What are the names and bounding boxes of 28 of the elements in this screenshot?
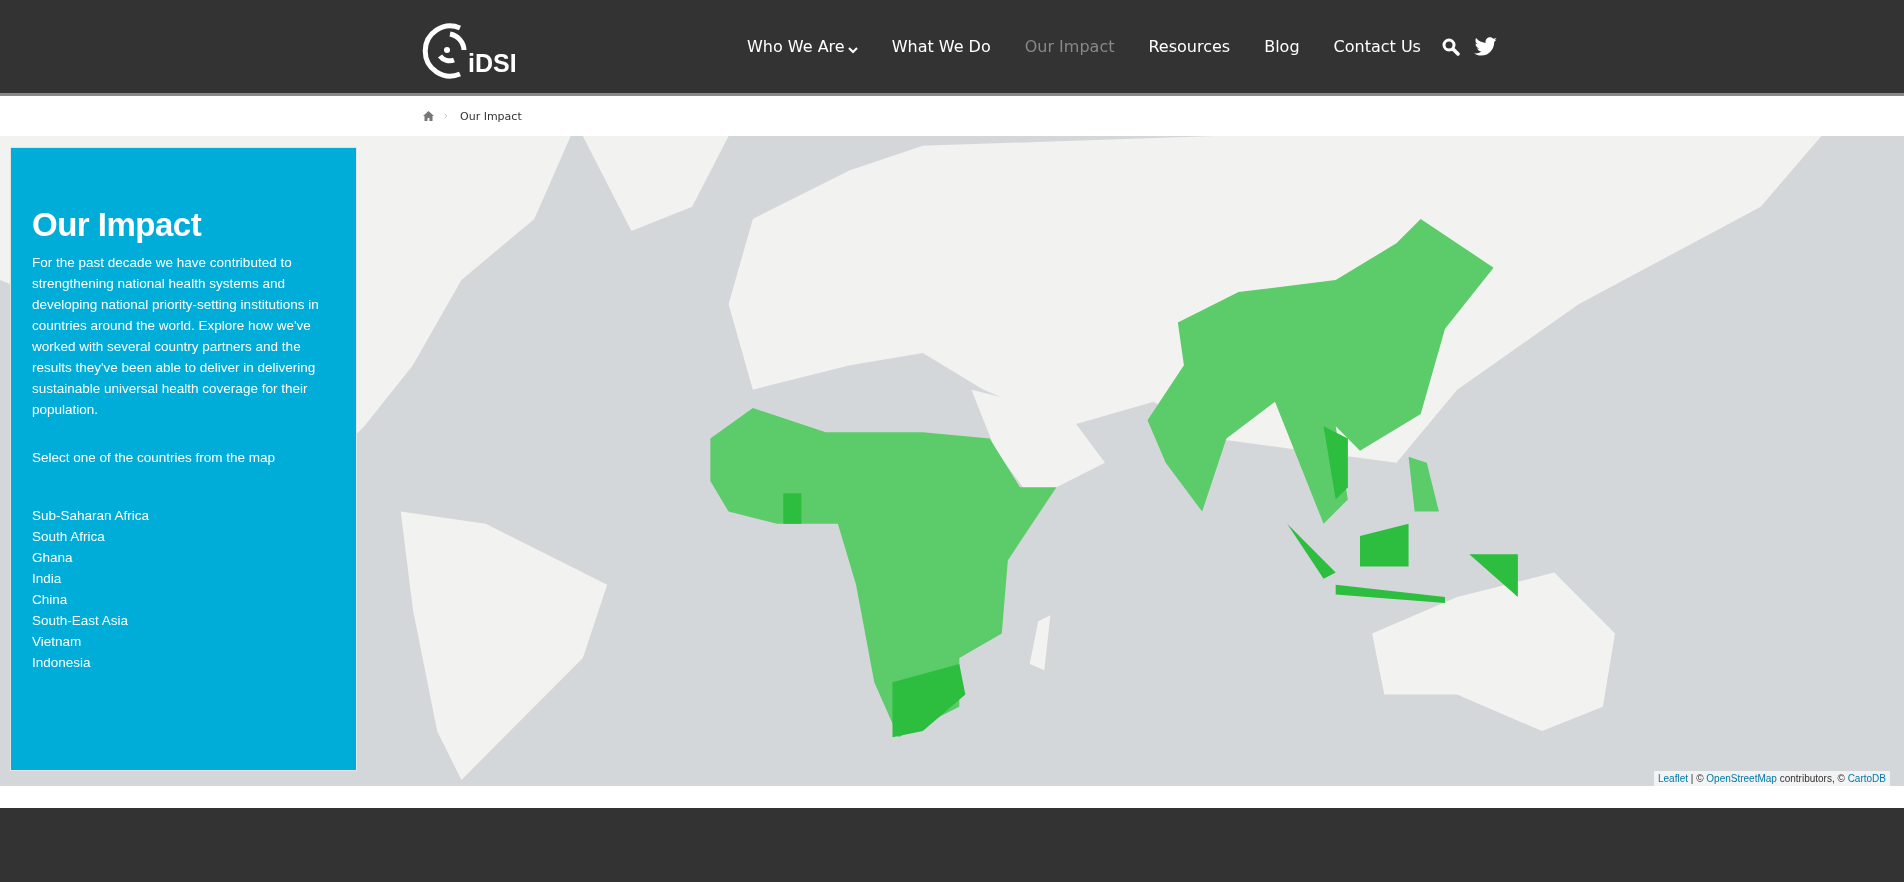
attribution-link[interactable]: CartoDB [1847, 773, 1886, 784]
nav-link[interactable]: Resources [1131, 37, 1248, 56]
chevron-icon [444, 111, 450, 121]
country-link[interactable]: Sub-Saharan Africa [32, 505, 334, 526]
intro-paragraph: For the past decade we have contributed to strengthening national health systems and developing national priority-setting institutions in countries around the world. Explore how we've worked with several country partners and the results they've been able to deliver in delivering sustainable universal health coverage for their population. [32, 254, 320, 419]
nav-link[interactable]: Our Impact [1007, 37, 1132, 56]
country-link[interactable]: South-East Asia [32, 610, 334, 631]
country-link[interactable]: China [32, 589, 334, 610]
country-link[interactable]: Ghana [32, 547, 334, 568]
map-attribution: Leaflet | © OpenStreetMap contributors, © CartoDB [1653, 771, 1890, 786]
country-link[interactable]: South Africa [32, 526, 334, 547]
map-prompt: Select one of the countries from the map [32, 450, 277, 465]
nav-link[interactable]: Blog [1247, 37, 1317, 56]
country-link[interactable]: India [32, 568, 334, 589]
logo-text[interactable]: iDSI [468, 48, 517, 78]
attribution-link[interactable]: Leaflet [1657, 773, 1688, 784]
nav-link[interactable]: Who We Are [730, 37, 875, 56]
panel-title: Our Impact [32, 206, 203, 244]
nav-link[interactable]: What We Do [874, 37, 1008, 56]
nav-link[interactable]: Contact Us [1316, 37, 1438, 56]
search-icon[interactable] [1441, 37, 1460, 56]
country-link[interactable]: Indonesia [32, 652, 334, 673]
country-link[interactable]: Vietnam [32, 631, 334, 652]
caret-icon [847, 45, 858, 54]
attribution-link[interactable]: OpenStreetMap [1706, 773, 1777, 784]
breadcrumb-current: Our Impact [460, 109, 522, 123]
bird-icon[interactable] [1473, 36, 1498, 57]
home-icon[interactable] [423, 111, 434, 121]
